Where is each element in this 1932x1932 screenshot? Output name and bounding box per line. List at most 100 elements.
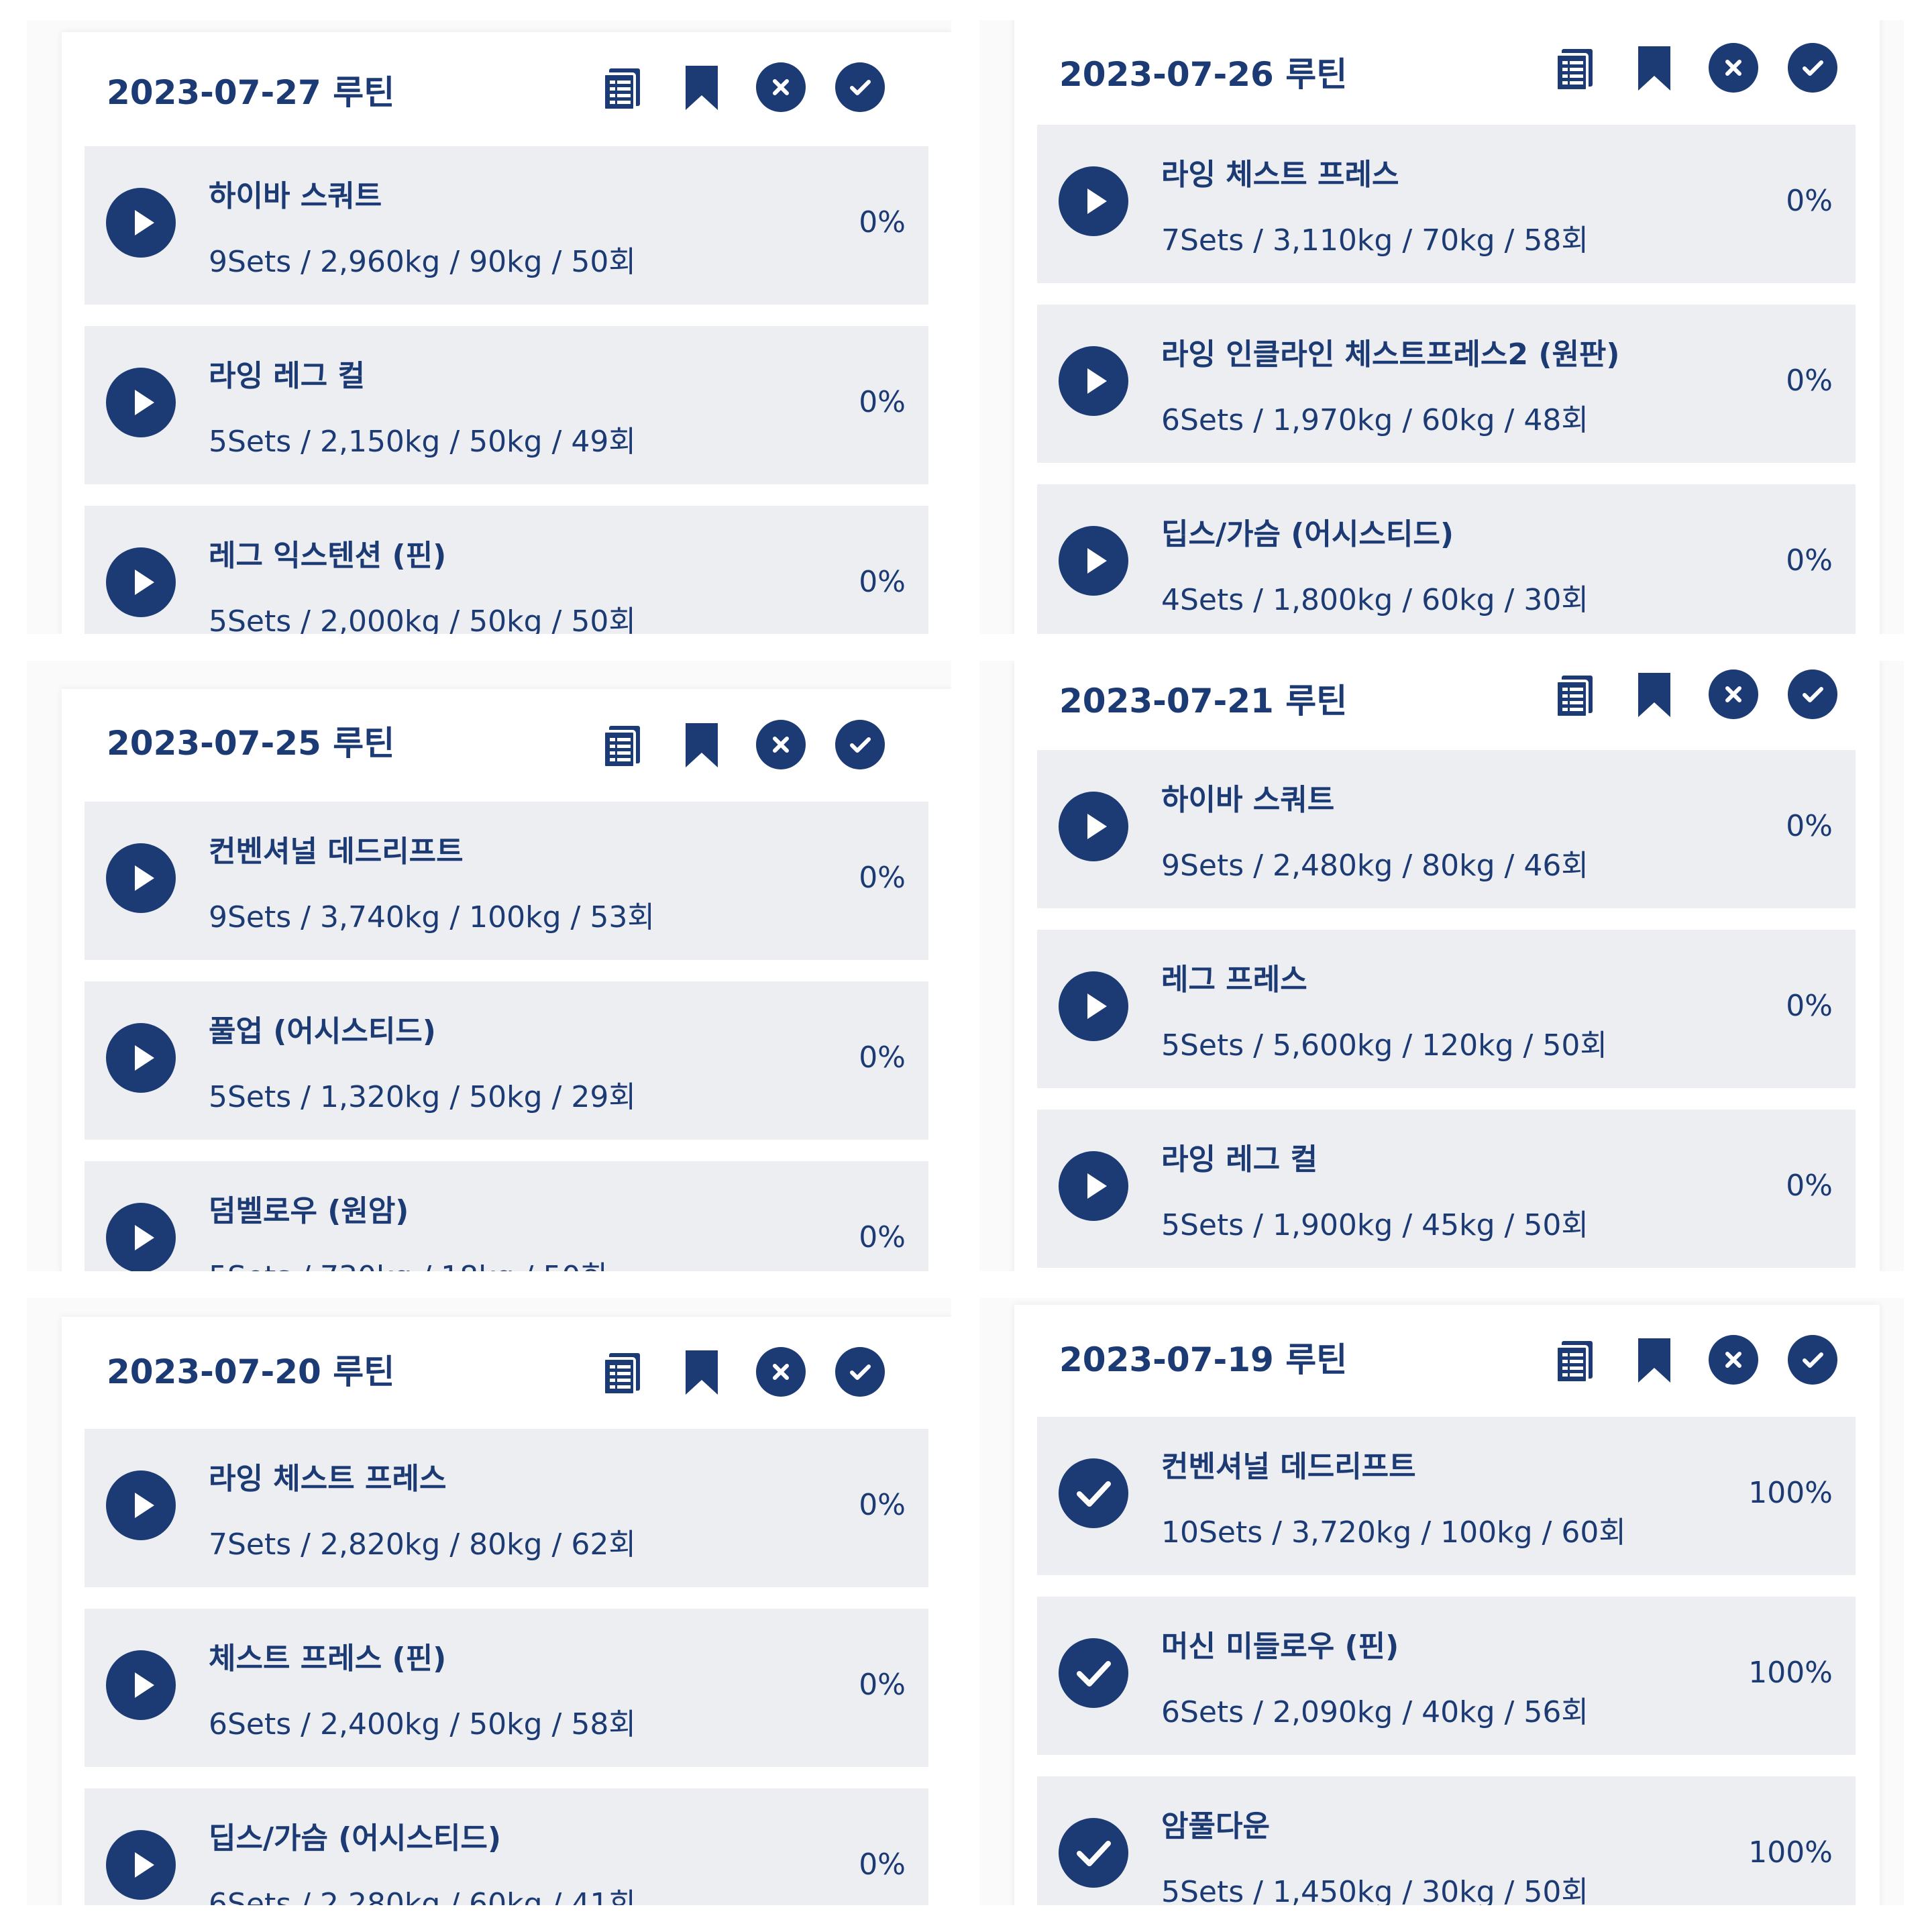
document-list-icon[interactable] bbox=[1550, 669, 1601, 720]
play-button[interactable] bbox=[1059, 346, 1128, 416]
close-circle-icon[interactable] bbox=[755, 1346, 806, 1397]
exercise-name: 레그 프레스 bbox=[1161, 963, 1307, 997]
close-circle-icon[interactable] bbox=[1708, 669, 1759, 720]
bookmark-icon[interactable] bbox=[676, 62, 727, 113]
document-list-icon[interactable] bbox=[597, 62, 648, 113]
routine-title: 2023-07-26 루틴 bbox=[1059, 55, 1348, 94]
exercise-row[interactable]: 딥스/가슴 (어시스티드) 6Sets / 2,280kg / 60kg / 41… bbox=[85, 1788, 928, 1905]
exercise-row[interactable]: 컨벤셔널 데드리프트 9Sets / 3,740kg / 100kg / 53회 0… bbox=[85, 802, 928, 960]
exercise-row[interactable]: 하이바 스쿼트 9Sets / 2,480kg / 80kg / 46회 0% bbox=[1037, 750, 1856, 908]
play-icon bbox=[1087, 1173, 1107, 1199]
routine-tile: 2023-07-25 루틴컨벤셔널 데드리프트 9Sets / 3,740kg /… bbox=[27, 661, 951, 1271]
exercise-progress: 0% bbox=[859, 1488, 906, 1522]
exercise-detail: 6Sets / 2,090kg / 40kg / 56회 bbox=[1161, 1695, 1589, 1729]
routine-tile: 2023-07-19 루틴컨벤셔널 데드리프트 10Sets / 3,720kg … bbox=[979, 1298, 1904, 1905]
play-icon bbox=[135, 390, 154, 415]
close-circle-icon[interactable] bbox=[1708, 42, 1759, 93]
document-list-icon[interactable] bbox=[1550, 42, 1601, 93]
exercise-detail: 5Sets / 1,320kg / 50kg / 29회 bbox=[209, 1080, 636, 1114]
exercise-name: 딥스/가슴 (어시스티드) bbox=[209, 1821, 501, 1856]
check-circle-icon[interactable] bbox=[1787, 42, 1838, 93]
play-button[interactable] bbox=[106, 1203, 176, 1271]
exercise-name: 레그 익스텐션 (핀) bbox=[209, 539, 447, 573]
exercise-name: 암풀다운 bbox=[1161, 1809, 1270, 1843]
play-icon bbox=[135, 570, 154, 595]
exercise-name: 하이바 스쿼트 bbox=[1161, 783, 1335, 817]
play-button[interactable] bbox=[1059, 792, 1128, 861]
play-button[interactable] bbox=[106, 368, 176, 437]
play-button[interactable] bbox=[1059, 1151, 1128, 1221]
bookmark-icon[interactable] bbox=[1629, 42, 1680, 93]
play-button[interactable] bbox=[106, 843, 176, 913]
exercise-detail: 4Sets / 1,800kg / 60kg / 30회 bbox=[1161, 583, 1589, 617]
bookmark-icon[interactable] bbox=[1629, 1334, 1680, 1385]
check-icon bbox=[1077, 1481, 1111, 1507]
check-circle-icon[interactable] bbox=[835, 1346, 885, 1397]
check-circle-icon[interactable] bbox=[835, 719, 885, 770]
exercise-row[interactable]: 덤벨로우 (원암) 5Sets / 730kg / 18kg / 50회 0% bbox=[85, 1161, 928, 1271]
play-button[interactable] bbox=[1059, 166, 1128, 236]
play-button[interactable] bbox=[106, 1650, 176, 1720]
exercise-row[interactable]: 머신 미들로우 (핀) 6Sets / 2,090kg / 40kg / 56회 1… bbox=[1037, 1597, 1856, 1755]
routine-title: 2023-07-21 루틴 bbox=[1059, 682, 1348, 720]
exercise-row[interactable]: 컨벤셔널 데드리프트 10Sets / 3,720kg / 100kg / 60회… bbox=[1037, 1417, 1856, 1575]
check-circle-icon[interactable] bbox=[835, 62, 885, 113]
exercise-detail: 9Sets / 3,740kg / 100kg / 53회 bbox=[209, 900, 655, 934]
play-icon bbox=[135, 865, 154, 891]
play-icon bbox=[135, 1225, 154, 1250]
play-button[interactable] bbox=[1059, 526, 1128, 596]
exercise-name: 체스트 프레스 (핀) bbox=[209, 1642, 447, 1676]
exercise-detail: 7Sets / 2,820kg / 80kg / 62회 bbox=[209, 1527, 636, 1562]
close-circle-icon[interactable] bbox=[755, 62, 806, 113]
bookmark-icon[interactable] bbox=[676, 1346, 727, 1397]
play-icon bbox=[1087, 814, 1107, 839]
play-button[interactable] bbox=[106, 188, 176, 258]
play-button[interactable] bbox=[106, 1830, 176, 1900]
check-circle-icon[interactable] bbox=[1787, 669, 1838, 720]
routine-title: 2023-07-25 루틴 bbox=[107, 724, 395, 763]
exercise-row[interactable]: 레그 익스텐션 (핀) 5Sets / 2,000kg / 50kg / 50회 0… bbox=[85, 506, 928, 634]
exercise-progress: 0% bbox=[859, 565, 906, 599]
bookmark-icon[interactable] bbox=[676, 719, 727, 770]
exercise-row[interactable]: 하이바 스쿼트 9Sets / 2,960kg / 90kg / 50회 0% bbox=[85, 146, 928, 305]
routine-tile: 2023-07-21 루틴하이바 스쿼트 9Sets / 2,480kg / 80… bbox=[979, 661, 1904, 1271]
play-button[interactable] bbox=[106, 1470, 176, 1540]
check-circle-icon[interactable] bbox=[1787, 1334, 1838, 1385]
play-icon bbox=[1087, 548, 1107, 574]
play-icon bbox=[135, 1852, 154, 1878]
routine-title: 2023-07-19 루틴 bbox=[1059, 1340, 1348, 1379]
bookmark-icon[interactable] bbox=[1629, 669, 1680, 720]
exercise-row[interactable]: 레그 프레스 5Sets / 5,600kg / 120kg / 50회 0% bbox=[1037, 930, 1856, 1088]
exercise-name: 라잉 체스트 프레스 bbox=[1161, 158, 1399, 192]
exercise-row[interactable]: 라잉 인클라인 체스트프레스2 (원판) 6Sets / 1,970kg / 60… bbox=[1037, 305, 1856, 463]
play-icon bbox=[1087, 189, 1107, 214]
exercise-row[interactable]: 암풀다운 5Sets / 1,450kg / 30kg / 50회 100% bbox=[1037, 1776, 1856, 1905]
completed-check-button[interactable] bbox=[1059, 1458, 1128, 1528]
close-circle-icon[interactable] bbox=[1708, 1334, 1759, 1385]
exercise-row[interactable]: 라잉 레그 컬 5Sets / 1,900kg / 45kg / 50회 0% bbox=[1037, 1110, 1856, 1268]
exercise-row[interactable]: 딥스/가슴 (어시스티드) 4Sets / 1,800kg / 60kg / 30… bbox=[1037, 484, 1856, 634]
exercise-detail: 5Sets / 2,000kg / 50kg / 50회 bbox=[209, 604, 636, 634]
exercise-name: 라잉 레그 컬 bbox=[1161, 1142, 1318, 1177]
exercise-detail: 5Sets / 2,150kg / 50kg / 49회 bbox=[209, 425, 636, 459]
exercise-detail: 6Sets / 1,970kg / 60kg / 48회 bbox=[1161, 403, 1589, 437]
document-list-icon[interactable] bbox=[597, 719, 648, 770]
close-circle-icon[interactable] bbox=[755, 719, 806, 770]
exercise-detail: 6Sets / 2,280kg / 60kg / 41회 bbox=[209, 1887, 636, 1905]
exercise-row[interactable]: 라잉 레그 컬 5Sets / 2,150kg / 50kg / 49회 0% bbox=[85, 326, 928, 484]
exercise-row[interactable]: 체스트 프레스 (핀) 6Sets / 2,400kg / 50kg / 58회 0… bbox=[85, 1609, 928, 1767]
exercise-row[interactable]: 풀업 (어시스티드) 5Sets / 1,320kg / 50kg / 29회 0% bbox=[85, 981, 928, 1140]
exercise-progress: 0% bbox=[859, 1847, 906, 1882]
play-button[interactable] bbox=[106, 547, 176, 617]
completed-check-button[interactable] bbox=[1059, 1818, 1128, 1888]
play-button[interactable] bbox=[1059, 971, 1128, 1041]
document-list-icon[interactable] bbox=[1550, 1334, 1601, 1385]
document-list-icon[interactable] bbox=[597, 1346, 648, 1397]
completed-check-button[interactable] bbox=[1059, 1638, 1128, 1708]
exercise-row[interactable]: 라잉 체스트 프레스 7Sets / 3,110kg / 70kg / 58회 0% bbox=[1037, 125, 1856, 283]
exercise-row[interactable]: 라잉 체스트 프레스 7Sets / 2,820kg / 80kg / 62회 0% bbox=[85, 1429, 928, 1587]
exercise-progress: 0% bbox=[1786, 364, 1833, 398]
play-button[interactable] bbox=[106, 1023, 176, 1093]
exercise-progress: 100% bbox=[1748, 1476, 1833, 1510]
play-icon bbox=[1087, 368, 1107, 394]
